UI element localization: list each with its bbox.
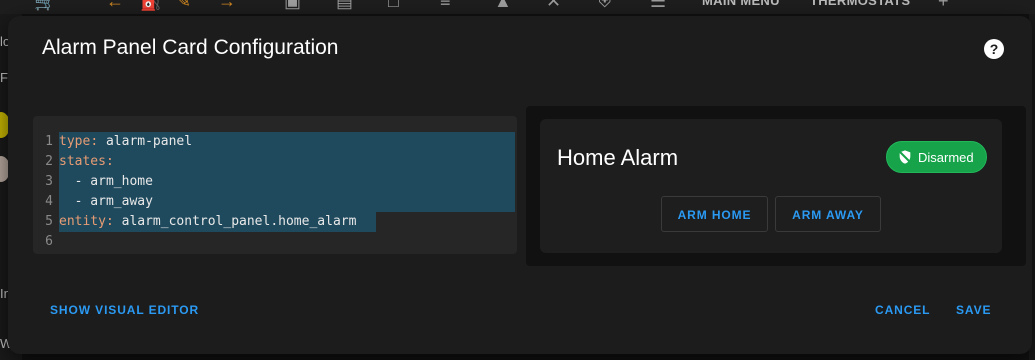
code-lines[interactable]: type: alarm-panel states: - arm_home - a…	[59, 132, 517, 252]
card-preview: Home Alarm Disarmed ARM HOME ARM AWAY	[526, 106, 1026, 266]
gas-pump-icon[interactable]: ⛽	[140, 0, 162, 10]
rv-icon[interactable]: ▣	[284, 0, 301, 10]
shield-off-icon	[898, 150, 912, 164]
bed-outline-icon[interactable]: □	[388, 0, 399, 10]
line-number: 2	[45, 154, 53, 169]
line-number: 1	[45, 134, 53, 149]
show-visual-editor-button[interactable]: SHOW VISUAL EDITOR	[50, 303, 199, 317]
line-number: 5	[45, 214, 53, 229]
pencil-icon[interactable]: ✎	[176, 0, 191, 10]
radiator-icon[interactable]: ≡	[440, 0, 451, 10]
yaml-code-editor[interactable]: 1 2 3 4 5 6 type: alarm-panel states: - …	[33, 116, 517, 254]
cart-icon[interactable]: 🛒	[34, 0, 56, 10]
tab-thermostats[interactable]: THERMOSTATS	[810, 0, 910, 8]
line-number-gutter: 1 2 3 4 5 6	[33, 132, 53, 252]
tree-icon[interactable]: ▲	[494, 0, 512, 10]
help-icon[interactable]: ?	[984, 39, 1004, 59]
alarm-state-badge[interactable]: Disarmed	[886, 141, 987, 173]
yaml-value: - arm_home	[59, 174, 153, 189]
code-line: entity: alarm_control_panel.home_alarm	[59, 212, 517, 232]
forward-arrow-icon[interactable]: →	[218, 0, 236, 10]
arm-away-button[interactable]: ARM AWAY	[775, 196, 881, 232]
badge-label: Disarmed	[918, 150, 974, 165]
close-icon[interactable]: ✕	[546, 0, 561, 10]
tab-main-menu[interactable]: MAIN MENU	[702, 0, 780, 8]
dialog-title: Alarm Panel Card Configuration	[42, 36, 339, 59]
cancel-button[interactable]: CANCEL	[875, 303, 930, 317]
line-number: 4	[45, 194, 53, 209]
app-header: 🛒 ← ⛽ ✎ → ▣ ▤ □ ≡ ▲ ✕ ⛨ ☰ MAIN MENU THER…	[0, 0, 1035, 14]
code-line: states:	[59, 152, 517, 172]
plus-icon[interactable]: +	[938, 0, 949, 10]
code-line: - arm_home	[59, 172, 517, 192]
card-config-dialog: Alarm Panel Card Configuration ? 1 2 3 4…	[8, 16, 1032, 354]
bed-icon[interactable]: ▤	[336, 0, 353, 10]
yaml-value: alarm_control_panel.home_alarm	[121, 214, 357, 229]
yaml-value: alarm-panel	[105, 134, 193, 149]
back-arrow-icon[interactable]: ←	[106, 0, 124, 10]
server-icon[interactable]: ☰	[650, 0, 666, 10]
yaml-key: states	[59, 154, 106, 169]
line-number: 6	[45, 234, 53, 249]
yaml-separator: :	[105, 154, 114, 169]
yaml-value: - arm_away	[59, 194, 153, 209]
yaml-key: type	[59, 134, 91, 149]
save-button[interactable]: SAVE	[956, 303, 991, 317]
arm-home-button[interactable]: ARM HOME	[661, 196, 768, 232]
yaml-separator: :	[105, 214, 122, 229]
code-line: type: alarm-panel	[59, 132, 517, 152]
card-title: Home Alarm	[557, 145, 679, 170]
line-number: 3	[45, 174, 53, 189]
shield-home-icon[interactable]: ⛨	[598, 0, 612, 10]
yaml-separator: :	[90, 134, 106, 149]
code-line: - arm_away	[59, 192, 517, 212]
alarm-panel-card: Home Alarm Disarmed ARM HOME ARM AWAY	[540, 119, 1002, 253]
yaml-key: entity	[59, 214, 106, 229]
